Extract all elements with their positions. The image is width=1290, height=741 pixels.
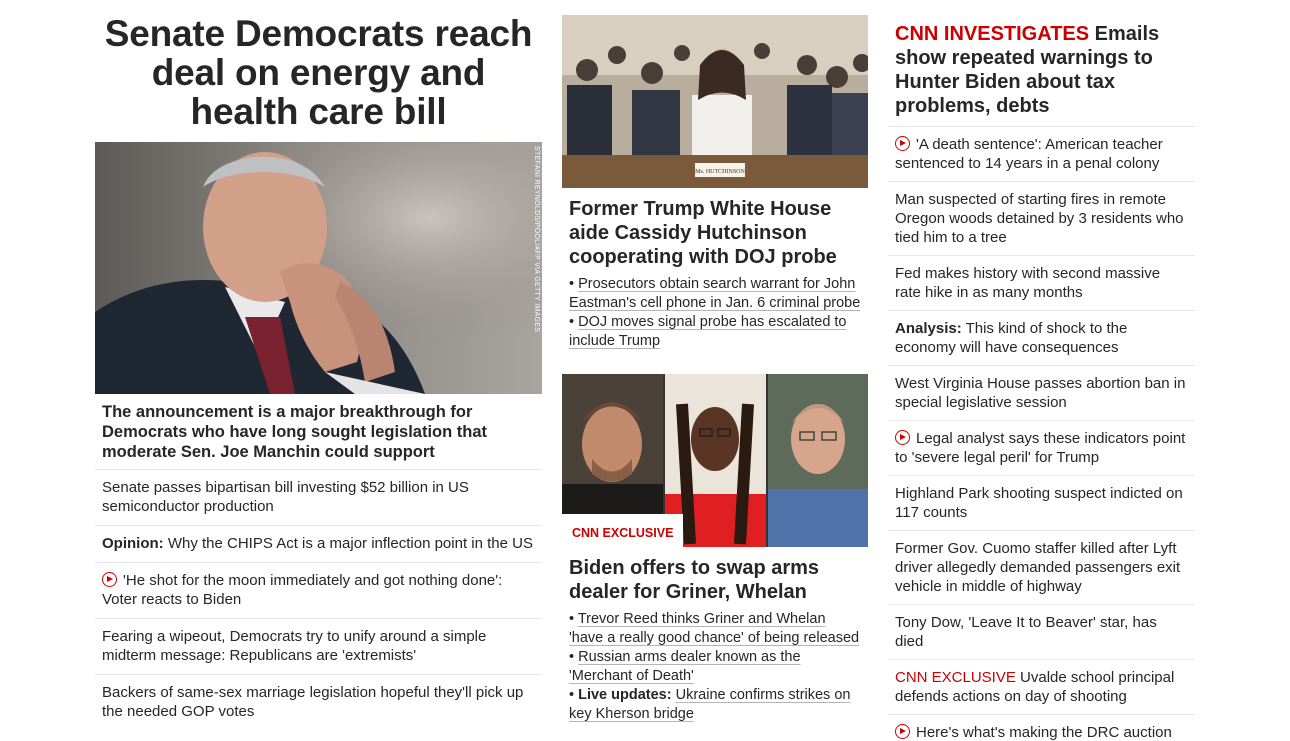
item-text: Here's what's making the DRC auction off…: [916, 724, 1172, 741]
lead-headline[interactable]: Senate Democrats reach deal on energy an…: [95, 14, 542, 131]
bullet-text: Prosecutors obtain search warrant for Jo…: [569, 276, 861, 311]
bullet-text: Trevor Reed thinks Griner and Whelan 'ha…: [569, 611, 860, 646]
headline-item-11[interactable]: Here's what's making the DRC auction off…: [888, 714, 1195, 741]
headline-item-6[interactable]: Legal analyst says these indicators poin…: [888, 420, 1195, 475]
bullet-text: Russian arms dealer known as the 'Mercha…: [569, 649, 801, 684]
nameplate-text: Ms. HUTCHINSON: [695, 169, 745, 175]
video-play-icon: [895, 724, 910, 739]
bullet-prefix: Live updates:: [578, 687, 672, 703]
bullet-link[interactable]: • Live updates: Ukraine confirms strikes…: [569, 686, 861, 724]
item-text: Fearing a wipeout, Democrats try to unif…: [102, 628, 487, 664]
headline-item-3[interactable]: Fed makes history with second massive ra…: [888, 255, 1195, 310]
item-prefix: Opinion:: [102, 535, 164, 552]
lead-related-3[interactable]: 'He shot for the moon immediately and go…: [95, 562, 542, 618]
lead-related-1[interactable]: Senate passes bipartisan bill investing …: [95, 469, 542, 525]
hearing-photo: Ms. HUTCHINSON: [562, 15, 868, 188]
headline-item-4[interactable]: Analysis: This kind of shock to the econ…: [888, 310, 1195, 365]
lead-story-image[interactable]: STEFANI REYNOLDS/POOL/AFP VIA GETTY IMAG…: [95, 142, 542, 394]
headline-item-5[interactable]: West Virginia House passes abortion ban …: [888, 365, 1195, 420]
item-text: Tony Dow, 'Leave It to Beaver' star, has…: [895, 614, 1157, 650]
lead-summary[interactable]: The announcement is a major breakthrough…: [95, 394, 542, 469]
item-text: Senate passes bipartisan bill investing …: [102, 479, 469, 515]
griner-bullets: • Trevor Reed thinks Griner and Whelan '…: [562, 604, 868, 724]
lead-related-4[interactable]: Fearing a wipeout, Democrats try to unif…: [95, 618, 542, 674]
exclusive-badge: CNN EXCLUSIVE: [562, 514, 684, 547]
manchin-photo: [95, 142, 542, 394]
item-text: West Virginia House passes abortion ban …: [895, 375, 1186, 411]
bullet-link[interactable]: • DOJ moves signal probe has escalated t…: [569, 313, 861, 351]
item-prefix: Analysis:: [895, 320, 962, 337]
item-text: Fed makes history with second massive ra…: [895, 265, 1161, 301]
headline-item-2[interactable]: Man suspected of starting fires in remot…: [888, 181, 1195, 255]
bullet-link[interactable]: • Prosecutors obtain search warrant for …: [569, 275, 861, 313]
headline-item-10[interactable]: CNN EXCLUSIVE Uvalde school principal de…: [888, 659, 1195, 714]
photo-credit: STEFANI REYNOLDS/POOL/AFP VIA GETTY IMAG…: [533, 146, 540, 333]
lead-story: Senate Democrats reach deal on energy an…: [95, 14, 542, 730]
headline-item-9[interactable]: Tony Dow, 'Leave It to Beaver' star, has…: [888, 604, 1195, 659]
hutchinson-headline[interactable]: Former Trump White House aide Cassidy Hu…: [562, 188, 868, 269]
headline-item-1[interactable]: 'A death sentence': American teacher sen…: [888, 126, 1195, 181]
headlines-column: CNN INVESTIGATES Emails show repeated wa…: [888, 22, 1195, 741]
lead-related-2[interactable]: Opinion: Why the CHIPS Act is a major in…: [95, 525, 542, 562]
hutchinson-bullets: • Prosecutors obtain search warrant for …: [562, 269, 868, 351]
item-text: 'A death sentence': American teacher sen…: [895, 136, 1163, 172]
item-text: Former Gov. Cuomo staffer killed after L…: [895, 540, 1181, 595]
investigates-label: CNN INVESTIGATES: [895, 23, 1090, 45]
item-text: Why the CHIPS Act is a major inflection …: [163, 535, 533, 552]
item-red-prefix: CNN EXCLUSIVE: [895, 669, 1016, 686]
video-play-icon: [895, 430, 910, 445]
hutchinson-image[interactable]: Ms. HUTCHINSON: [562, 15, 868, 188]
bullet-link[interactable]: • Russian arms dealer known as the 'Merc…: [569, 648, 861, 686]
video-play-icon: [102, 572, 117, 587]
video-play-icon: [895, 136, 910, 151]
item-text: Highland Park shooting suspect indicted …: [895, 485, 1183, 521]
griner-swap-image[interactable]: CNN EXCLUSIVE: [562, 374, 868, 547]
headline-item-7[interactable]: Highland Park shooting suspect indicted …: [888, 475, 1195, 530]
headline-item-8[interactable]: Former Gov. Cuomo staffer killed after L…: [888, 530, 1195, 604]
item-text: Backers of same-sex marriage legislation…: [102, 684, 524, 720]
bullet-link[interactable]: • Trevor Reed thinks Griner and Whelan '…: [569, 610, 861, 648]
bullet-text: DOJ moves signal probe has escalated to …: [569, 314, 847, 349]
item-text: Legal analyst says these indicators poin…: [895, 430, 1186, 466]
griner-headline[interactable]: Biden offers to swap arms dealer for Gri…: [562, 547, 868, 604]
middle-column: Ms. HUTCHINSON Former Trump White House …: [562, 15, 868, 724]
item-text: Man suspected of starting fires in remot…: [895, 191, 1184, 246]
item-text: 'He shot for the moon immediately and go…: [102, 572, 503, 608]
lead-related-5[interactable]: Backers of same-sex marriage legislation…: [95, 674, 542, 730]
investigates-headline[interactable]: CNN INVESTIGATES Emails show repeated wa…: [888, 22, 1195, 126]
